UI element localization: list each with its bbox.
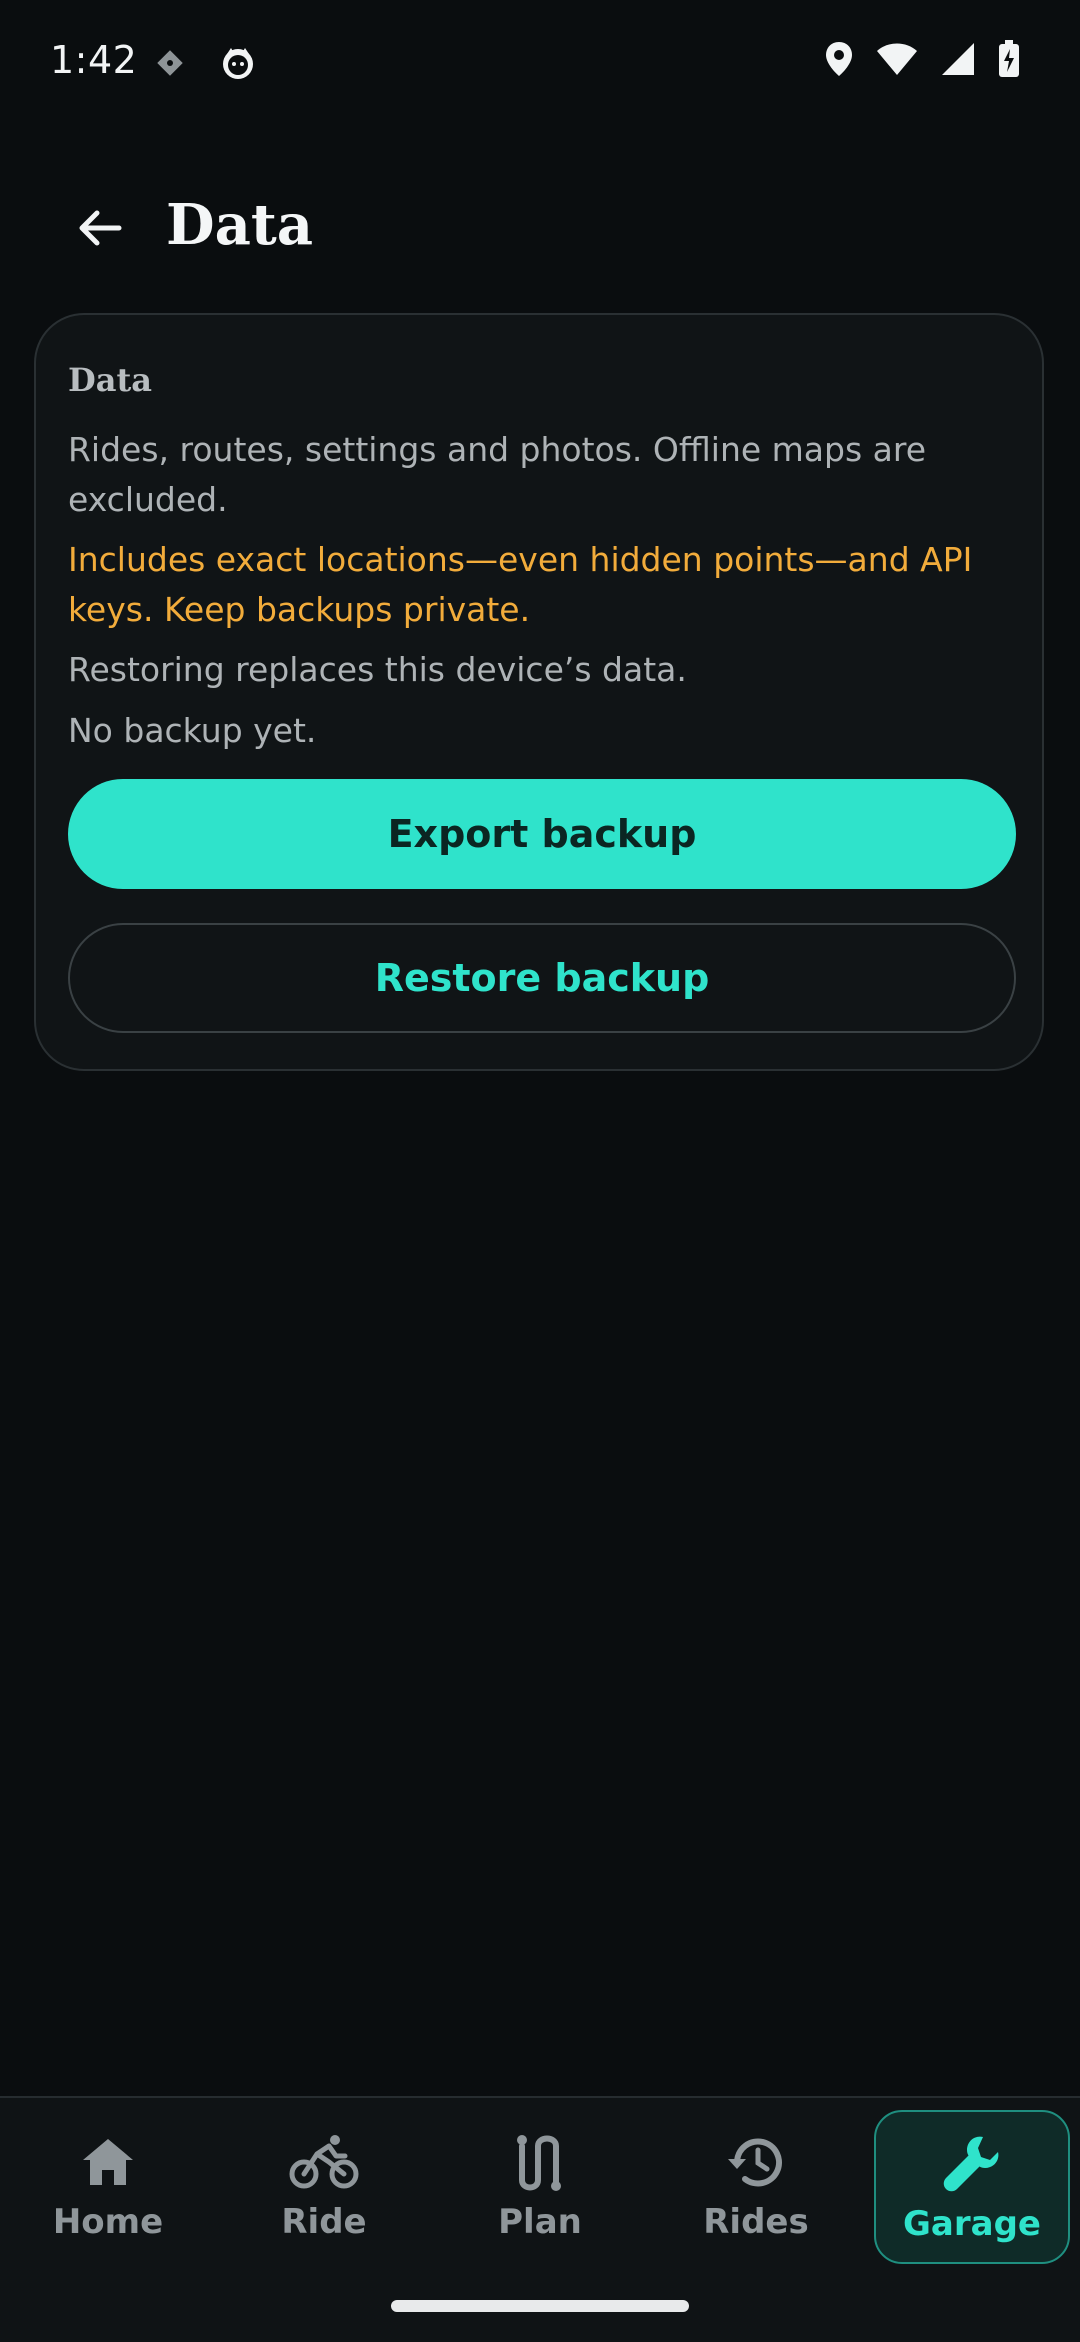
restore-backup-button[interactable]: Restore backup (68, 923, 1016, 1033)
status-bar: 1:42 (0, 0, 1080, 126)
nav-label-plan: Plan (498, 2202, 582, 2242)
data-card: Data Rides, routes, settings and photos.… (34, 313, 1044, 1071)
page-title: Data (166, 192, 313, 258)
status-right-icons (824, 40, 1020, 82)
wifi-icon (876, 42, 918, 80)
card-heading: Data (68, 361, 152, 399)
nav-item-ride[interactable]: Ride (226, 2110, 422, 2264)
signal-icon (940, 42, 976, 80)
location-icon (824, 40, 854, 82)
wrench-icon (941, 2132, 1003, 2196)
bicycle-icon (289, 2130, 359, 2194)
nav-label-home: Home (52, 2202, 164, 2242)
nav-item-rides[interactable]: Rides (658, 2110, 854, 2264)
privacy-warning: Includes exact locations—even hidden poi… (68, 540, 973, 629)
backup-description: Rides, routes, settings and photos. Offl… (68, 430, 927, 519)
export-backup-button[interactable]: Export backup (68, 779, 1016, 889)
nav-label-ride: Ride (281, 2202, 367, 2242)
nav-item-garage[interactable]: Garage (874, 2110, 1070, 2264)
battery-charging-icon (998, 40, 1020, 82)
nav-item-plan[interactable]: Plan (442, 2110, 638, 2264)
diamond-icon (155, 48, 185, 82)
restore-note: Restoring replaces this device’s data. (68, 650, 687, 689)
route-icon (512, 2130, 568, 2194)
cat-icon (219, 44, 257, 86)
back-button[interactable] (62, 192, 138, 268)
nav-item-home[interactable]: Home (10, 2110, 206, 2264)
app-bar: Data (0, 160, 1080, 290)
nav-label-rides: Rides (703, 2202, 809, 2242)
arrow-left-icon (75, 203, 125, 257)
home-icon (80, 2130, 136, 2194)
backup-status: No backup yet. (68, 711, 317, 750)
status-time: 1:42 (50, 38, 138, 82)
status-left-icons (155, 44, 257, 86)
home-indicator[interactable] (391, 2300, 689, 2312)
nav-label-garage: Garage (903, 2204, 1041, 2244)
history-icon (725, 2130, 787, 2194)
